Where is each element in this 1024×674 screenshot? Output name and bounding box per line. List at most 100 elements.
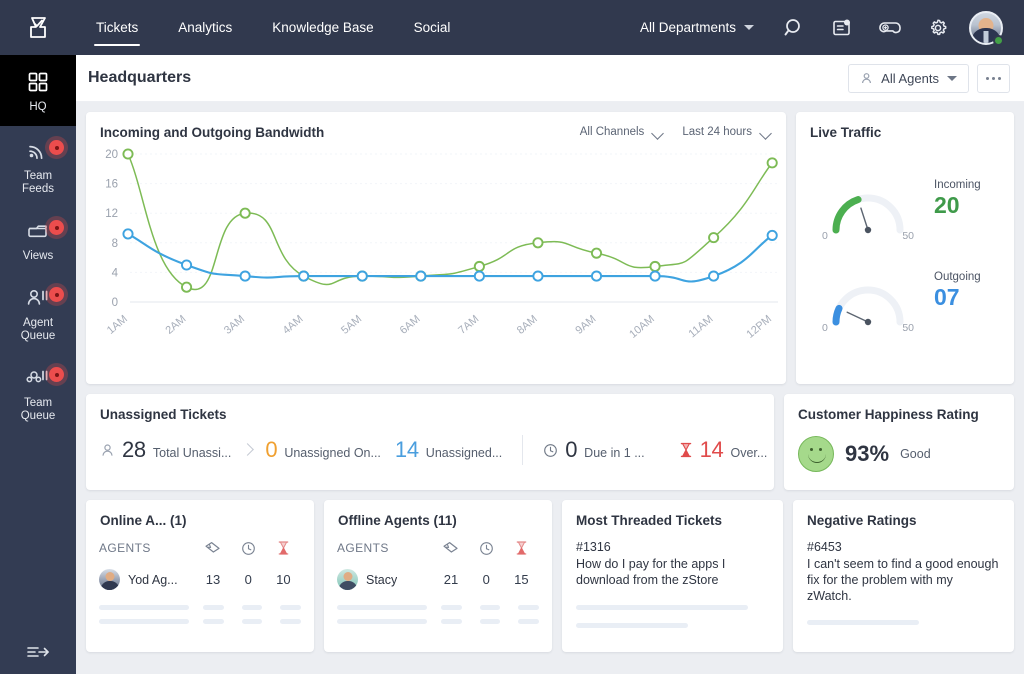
stat-due-in-label: Due in 1 ... (584, 446, 645, 460)
sidebar-item-hq[interactable]: HQ (0, 55, 76, 126)
agent-name-cell: Stacy (337, 569, 433, 590)
more-options-button[interactable] (977, 63, 1010, 93)
avatar (337, 569, 358, 590)
gauge-max-label: 50 (902, 322, 914, 334)
smiley-eye-right (819, 448, 823, 451)
department-selector[interactable]: All Departments (624, 20, 770, 35)
time-range-filter-label: Last 24 hours (682, 126, 752, 138)
ticket-subject: I can't seem to find a good enough fix f… (807, 557, 999, 603)
svg-text:9AM: 9AM (573, 313, 598, 337)
app-logo[interactable] (0, 0, 76, 55)
chevron-down-icon (653, 129, 664, 136)
notes-icon (833, 19, 850, 35)
user-avatar-button[interactable] (962, 0, 1010, 55)
stat-unassigned-other[interactable]: 14 Unassigned... (395, 437, 502, 463)
customer-happiness-value-row: 93% Good (784, 422, 1014, 472)
channel-filter[interactable]: All Channels (580, 126, 665, 138)
svg-text:0: 0 (112, 297, 118, 309)
customer-happiness-title: Customer Happiness Rating (798, 407, 979, 422)
sidebar-label-line2: Feeds (22, 183, 54, 195)
offline-agents-table: AGENTS Stacy 21 0 15 (324, 528, 552, 592)
svg-text:10AM: 10AM (627, 313, 657, 341)
sidebar-item-team-feeds[interactable]: Team Feeds (0, 126, 76, 206)
notification-badge (49, 367, 64, 382)
svg-text:2AM: 2AM (163, 313, 188, 337)
chevron-down-icon (761, 129, 772, 136)
sidebar-label-line1: Team (23, 397, 53, 409)
sidebar-item-agent-queue[interactable]: Agent Queue (0, 273, 76, 353)
dot (992, 76, 995, 80)
negative-ratings-card: Negative Ratings #6453 I can't seem to f… (793, 500, 1014, 652)
unassigned-stats: 28 Total Unassi... 0 Unassigned On... 14… (86, 422, 774, 465)
notes-button[interactable] (818, 0, 866, 55)
stat-due-in-value: 0 (565, 437, 578, 462)
zoho-desk-logo-icon (30, 16, 46, 38)
sidebar-item-team-queue-label: Team Queue (21, 397, 56, 423)
gamification-icon (879, 21, 901, 33)
svg-text:8: 8 (112, 238, 118, 250)
stat-unassigned-other-value: 14 (394, 437, 419, 462)
dashboard-content: Incoming and Outgoing Bandwidth All Chan… (76, 102, 1024, 662)
tab-social[interactable]: Social (394, 0, 471, 55)
chart-header: Incoming and Outgoing Bandwidth All Chan… (86, 112, 786, 140)
placeholder-row (337, 610, 539, 624)
sidebar-item-team-feeds-label: Team Feeds (22, 170, 54, 196)
stat-overdue[interactable]: 14 Over... (679, 437, 768, 463)
gauge-incoming-scale: 0 50 (814, 230, 922, 242)
customer-happiness-card: Customer Happiness Rating 93% Good (784, 394, 1014, 490)
stat-due-in[interactable]: 0 Due in 1 ... (543, 437, 645, 463)
svg-text:12PM: 12PM (744, 313, 774, 341)
page-title: Headquarters (88, 69, 192, 86)
clock-icon (543, 443, 558, 458)
table-row[interactable]: Yod Ag... 13 0 10 (99, 562, 301, 592)
stat-unassigned-online[interactable]: 0 Unassigned On... (265, 437, 381, 463)
gamification-button[interactable] (866, 0, 914, 55)
sidebar-item-views-label: Views (22, 250, 54, 262)
gauge-outgoing: 0 50 (814, 248, 922, 334)
tab-knowledge-base[interactable]: Knowledge Base (252, 0, 393, 55)
search-icon (784, 18, 800, 35)
hourglass-icon (504, 540, 539, 556)
dot (998, 76, 1001, 80)
stat-overdue-label: Over... (730, 446, 768, 460)
sidebar-label-line2: Queue (20, 410, 56, 422)
top-navigation-bar: Tickets Analytics Knowledge Base Social … (0, 0, 1024, 55)
time-range-filter[interactable]: Last 24 hours (682, 126, 772, 138)
settings-button[interactable] (914, 0, 962, 55)
left-sidebar: HQ Team Feeds Views Agent Queue Team Que… (0, 55, 76, 674)
gear-icon (931, 18, 947, 35)
most-threaded-body[interactable]: #1316 How do I pay for the apps I downlo… (562, 528, 783, 628)
grid-icon (23, 69, 53, 95)
svg-text:12: 12 (105, 208, 118, 220)
gauge-min-label: 0 (822, 230, 828, 242)
negative-ratings-title: Negative Ratings (807, 513, 917, 528)
agent-tickets: 21 (443, 572, 459, 587)
tab-analytics[interactable]: Analytics (158, 0, 252, 55)
online-agents-placeholder-rows (86, 592, 314, 624)
stat-total-unassigned[interactable]: 28 Total Unassi... (100, 437, 231, 463)
sidebar-label-line1: Team (23, 170, 53, 182)
table-row[interactable]: Stacy 21 0 15 (337, 562, 539, 592)
smiley-mouth (808, 453, 827, 463)
placeholder-row (337, 596, 539, 610)
person-icon (862, 72, 872, 83)
folder-icon (23, 218, 53, 244)
stat-overdue-value: 14 (699, 437, 724, 462)
sidebar-item-views[interactable]: Views (0, 206, 76, 273)
sidebar-collapse-button[interactable] (0, 630, 76, 674)
search-button[interactable] (770, 0, 818, 55)
svg-text:3AM: 3AM (222, 313, 247, 337)
svg-text:4: 4 (112, 267, 119, 279)
stat-total-unassigned-value: 28 (122, 437, 146, 462)
svg-text:11AM: 11AM (686, 313, 715, 340)
sidebar-item-hq-label: HQ (29, 101, 47, 113)
tab-tickets[interactable]: Tickets (76, 0, 158, 55)
notification-badge (49, 140, 64, 155)
all-agents-filter[interactable]: All Agents (848, 63, 969, 93)
negative-ratings-body[interactable]: #6453 I can't seem to find a good enough… (793, 528, 1014, 625)
gauges-container: 0 50 Incoming 20 0 50 Outgoing 07 (796, 140, 1014, 334)
sidebar-item-team-queue[interactable]: Team Queue (0, 353, 76, 433)
unassigned-tickets-title: Unassigned Tickets (100, 407, 227, 422)
more-options-icon (986, 76, 989, 80)
clock-icon (231, 541, 266, 556)
